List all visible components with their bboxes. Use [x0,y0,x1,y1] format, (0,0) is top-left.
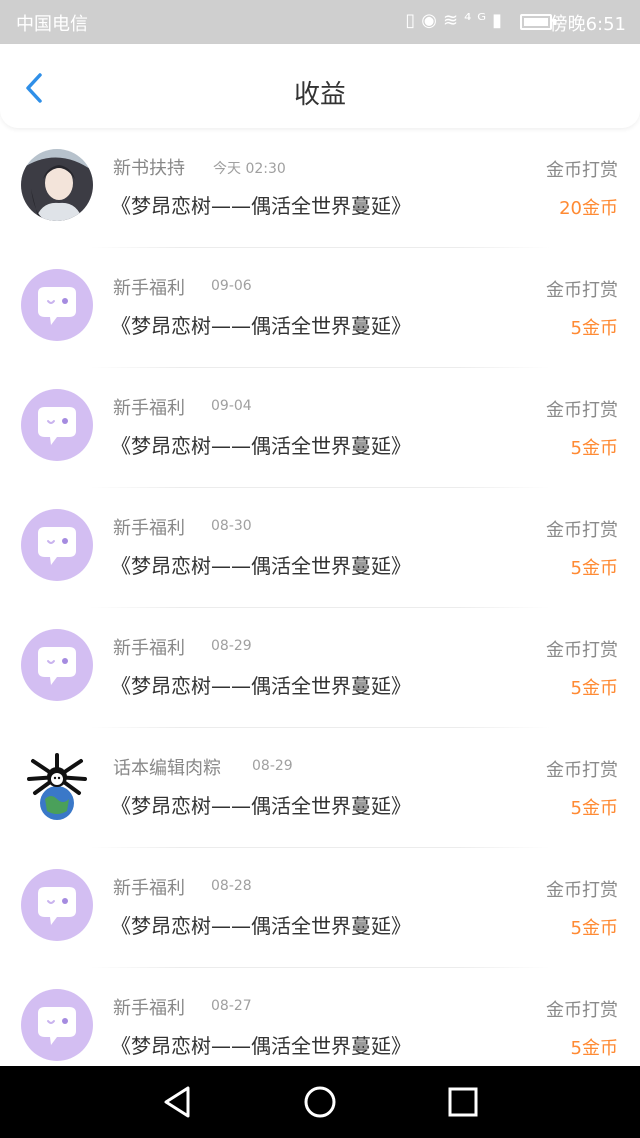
record-date: 08-30 [211,518,252,534]
reward-type: 金币打赏 [546,280,618,301]
nav-back-button[interactable] [158,1084,198,1120]
avatar [21,509,93,581]
portrait-avatar-icon [21,149,93,221]
chat-bubble-icon [38,887,76,925]
avatar [21,869,93,941]
triangle-back-icon [164,1086,190,1118]
nav-home-button[interactable] [300,1084,340,1120]
book-title: 《梦昂恋树——偶活全世界蔓延》 [111,554,411,578]
cartoon-earth-avatar-icon [21,749,93,821]
chat-bubble-icon [38,1007,76,1045]
reward-type: 金币打赏 [546,640,618,661]
reward-amount: 5金币 [570,798,618,819]
avatar [21,149,93,221]
avatar [21,989,93,1061]
book-title: 《梦昂恋树——偶活全世界蔓延》 [111,434,411,458]
list-item[interactable]: 新手福利 08-27 《梦昂恋树——偶活全世界蔓延》 金币打赏 5金币 [0,968,640,1066]
list-item[interactable]: 新手福利 08-30 《梦昂恋树——偶活全世界蔓延》 金币打赏 5金币 [0,488,640,608]
list-item[interactable]: 新手福利 08-29 《梦昂恋树——偶活全世界蔓延》 金币打赏 5金币 [0,608,640,728]
list-item[interactable]: 新手福利 09-04 《梦昂恋树——偶活全世界蔓延》 金币打赏 5金币 [0,368,640,488]
chat-bubble-icon [38,407,76,445]
carrier-label: 中国电信 [16,14,88,35]
record-source: 新手福利 [113,638,185,659]
status-icons: ▯◉≋⁴ᴳ▮ [405,10,508,31]
nav-recents-button[interactable] [442,1084,482,1120]
circle-home-icon [304,1086,336,1118]
record-source: 新手福利 [113,278,185,299]
record-source: 新手福利 [113,518,185,539]
record-source: 新手福利 [113,998,185,1019]
record-date: 08-28 [211,878,252,894]
book-title: 《梦昂恋树——偶活全世界蔓延》 [111,194,411,218]
reward-type: 金币打赏 [546,400,618,421]
earnings-list[interactable]: 新书扶持 今天 02:30 《梦昂恋树——偶活全世界蔓延》 金币打赏 20金币 … [0,128,640,1066]
list-item[interactable]: 新手福利 08-28 《梦昂恋树——偶活全世界蔓延》 金币打赏 5金币 [0,848,640,968]
reward-amount: 5金币 [570,318,618,339]
reward-type: 金币打赏 [546,760,618,781]
list-item[interactable]: 话本编辑肉粽 08-29 《梦昂恋树——偶活全世界蔓延》 金币打赏 5金币 [0,728,640,848]
record-date: 今天 02:30 [213,161,286,177]
square-recents-icon [448,1087,478,1117]
reward-amount: 5金币 [570,678,618,699]
battery-icon [520,14,556,30]
record-date: 08-27 [211,998,252,1014]
reward-type: 金币打赏 [546,160,618,181]
reward-amount: 5金币 [570,1038,618,1059]
record-date: 09-06 [211,278,252,294]
book-title: 《梦昂恋树——偶活全世界蔓延》 [111,914,411,938]
list-item[interactable]: 新手福利 09-06 《梦昂恋树——偶活全世界蔓延》 金币打赏 5金币 [0,248,640,368]
avatar [21,749,93,821]
reward-amount: 5金币 [570,438,618,459]
record-source: 新书扶持 [113,158,185,179]
reward-type: 金币打赏 [546,880,618,901]
reward-type: 金币打赏 [546,1000,618,1021]
book-title: 《梦昂恋树——偶活全世界蔓延》 [111,794,411,818]
book-title: 《梦昂恋树——偶活全世界蔓延》 [111,674,411,698]
clock: 傍晚6:51 [549,14,626,35]
status-bar: 中国电信 ▯◉≋⁴ᴳ▮ 傍晚6:51 [0,0,640,44]
book-title: 《梦昂恋树——偶活全世界蔓延》 [111,1034,411,1058]
avatar [21,389,93,461]
reward-type: 金币打赏 [546,520,618,541]
reward-amount: 5金币 [570,918,618,939]
avatar [21,269,93,341]
avatar [21,629,93,701]
chat-bubble-icon [38,287,76,325]
chat-bubble-icon [38,647,76,685]
record-source: 新手福利 [113,878,185,899]
record-source: 新手福利 [113,398,185,419]
record-date: 09-04 [211,398,252,414]
reward-amount: 5金币 [570,558,618,579]
page-title: 收益 [293,80,346,110]
reward-amount: 20金币 [559,198,618,219]
record-date: 08-29 [252,758,293,774]
book-title: 《梦昂恋树——偶活全世界蔓延》 [111,314,411,338]
chat-bubble-icon [38,527,76,565]
record-source: 话本编辑肉粽 [113,758,221,779]
record-date: 08-29 [211,638,252,654]
app-header: 收益 [0,44,640,128]
list-item[interactable]: 新书扶持 今天 02:30 《梦昂恋树——偶活全世界蔓延》 金币打赏 20金币 [0,128,640,248]
system-nav-bar [0,1066,640,1138]
